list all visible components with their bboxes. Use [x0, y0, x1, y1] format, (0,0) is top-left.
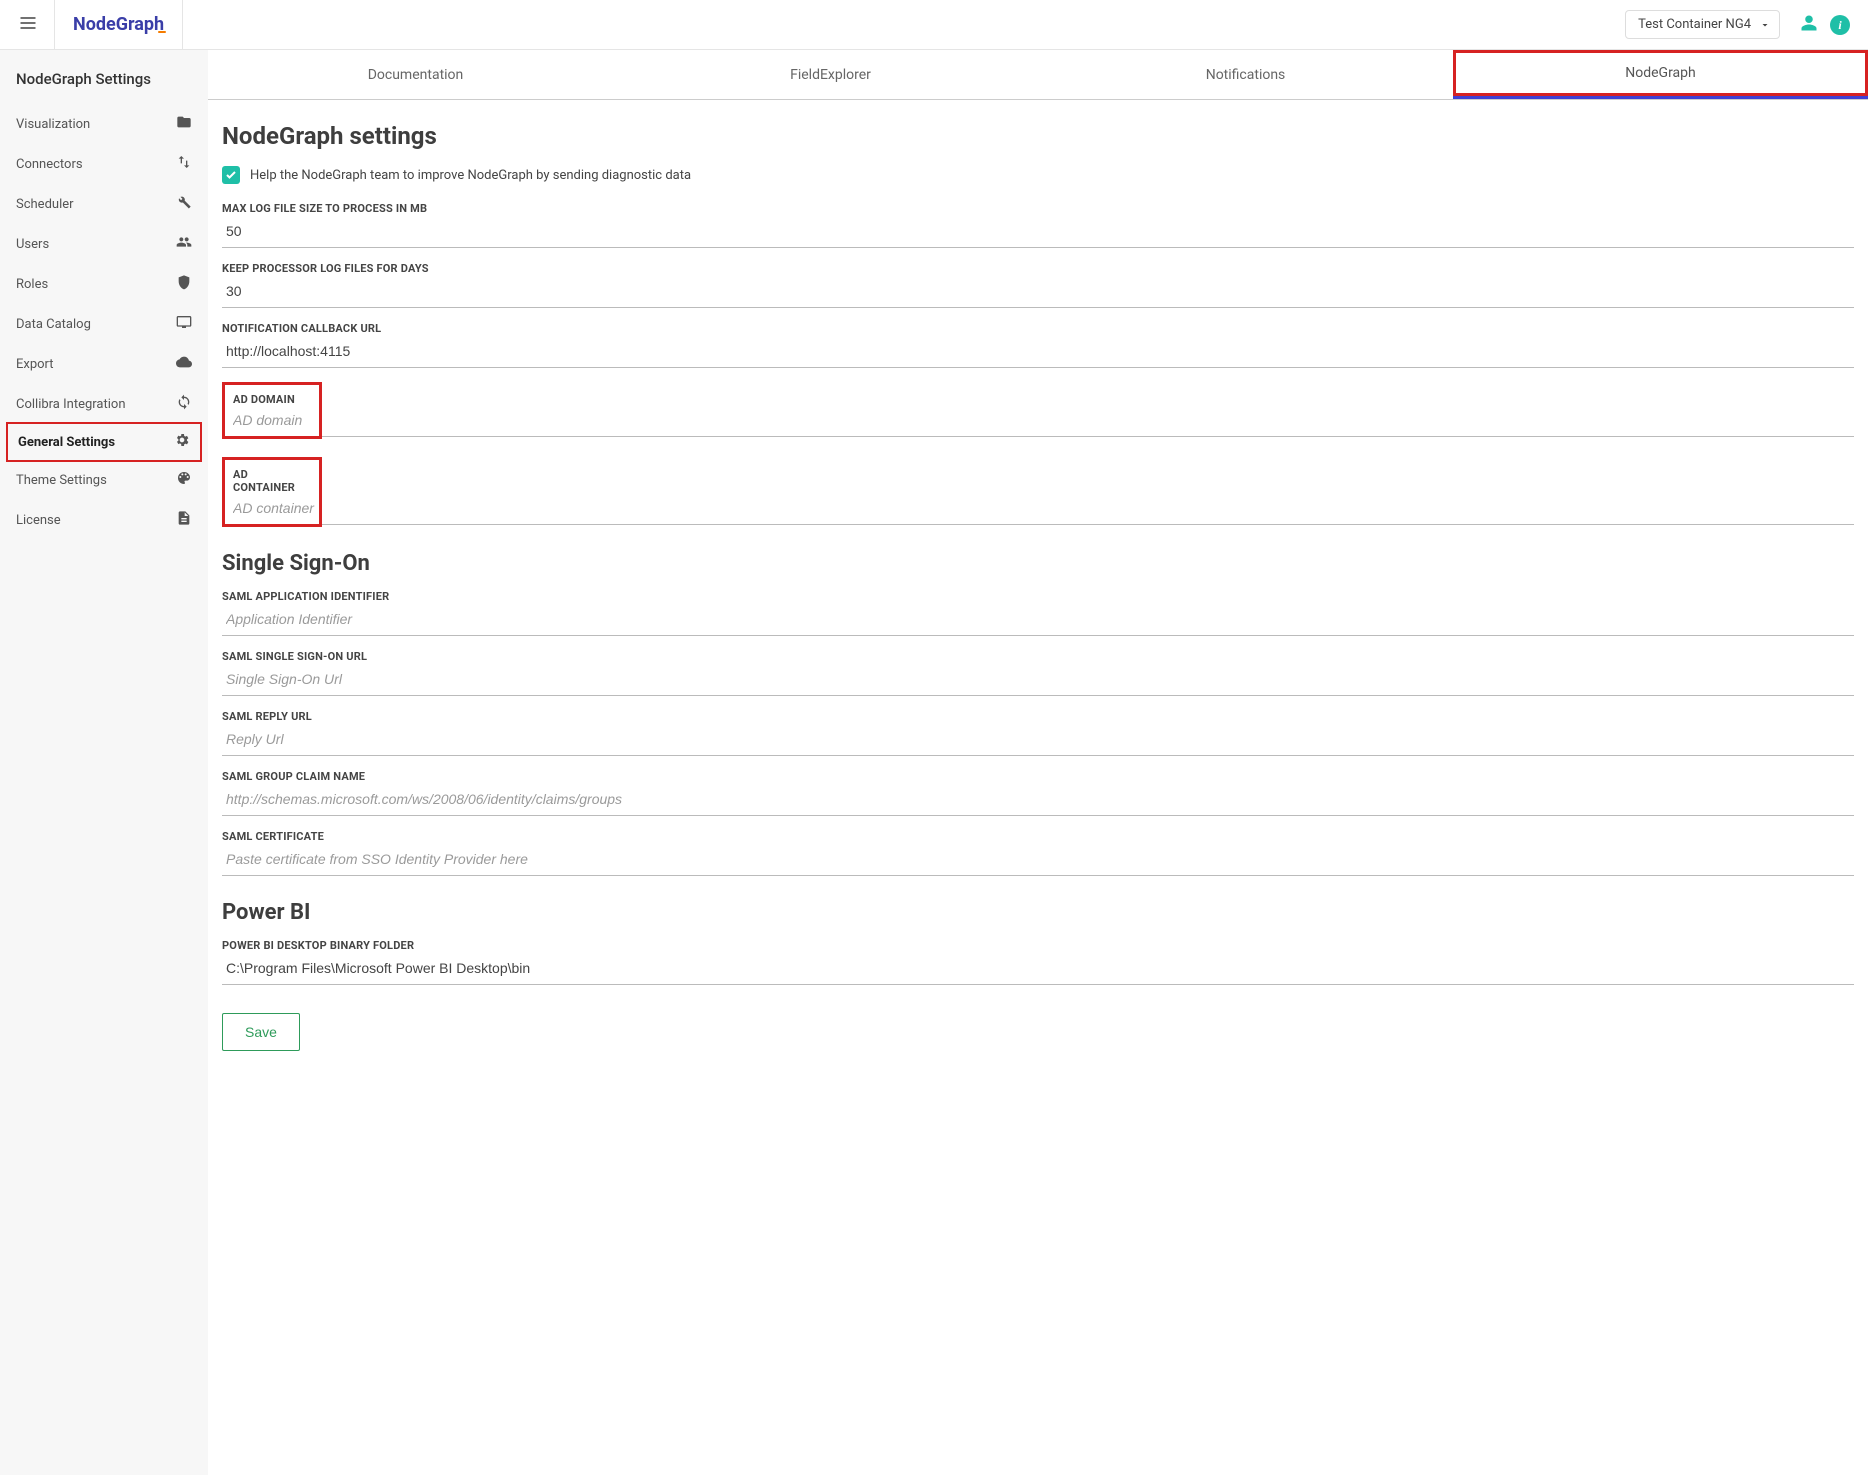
ad-container-label: AD CONTAINER [233, 468, 311, 494]
tabs: Documentation FieldExplorer Notifications N… [208, 50, 1868, 100]
display-icon [176, 314, 192, 334]
tab-label: NodeGraph [1625, 65, 1696, 81]
ad-container-row: AD CONTAINER [222, 443, 1854, 527]
palette-icon [176, 470, 192, 490]
tab-notifications[interactable]: Notifications [1038, 50, 1453, 99]
gear-icon [174, 432, 190, 452]
powerbi-folder-label: POWER BI DESKTOP BINARY FOLDER [222, 939, 1854, 952]
sidebar-item-label: Users [16, 237, 49, 252]
saml-signon-url-label: SAML SINGLE SIGN-ON URL [222, 650, 1854, 663]
saml-app-id-label: SAML APPLICATION IDENTIFIER [222, 590, 1854, 603]
sidebar-item-label: General Settings [18, 435, 115, 450]
shield-icon [176, 274, 192, 294]
sso-title: Single Sign-On [222, 551, 1854, 576]
page-title: NodeGraph settings [222, 122, 1854, 150]
saml-app-id-input[interactable] [222, 603, 1854, 636]
ad-domain-label: AD DOMAIN [233, 393, 311, 406]
callback-url-input[interactable] [222, 335, 1854, 368]
sidebar-item-connectors[interactable]: Connectors [0, 144, 208, 184]
ad-domain-input[interactable] [233, 406, 323, 430]
sidebar-item-export[interactable]: Export [0, 344, 208, 384]
diagnostic-checkbox-row[interactable]: Help the NodeGraph team to improve NodeG… [222, 166, 1854, 184]
max-log-label: MAX LOG FILE SIZE TO PROCESS IN MB [222, 202, 1854, 215]
saml-group-claim-input[interactable] [222, 783, 1854, 816]
user-icon[interactable] [1800, 14, 1818, 36]
folder-icon [176, 114, 192, 134]
container-select-label: Test Container NG4 [1638, 17, 1751, 32]
tab-label: Documentation [368, 67, 464, 83]
main-panel: NodeGraph settings Help the NodeGraph te… [208, 100, 1868, 1081]
sidebar-item-data-catalog[interactable]: Data Catalog [0, 304, 208, 344]
ad-container-input[interactable] [233, 494, 323, 518]
logo[interactable]: NodeGraph [54, 0, 183, 50]
saml-reply-url-label: SAML REPLY URL [222, 710, 1854, 723]
logo-text: NodeGraph [73, 14, 164, 35]
keep-log-input[interactable] [222, 275, 1854, 308]
sidebar-item-label: License [16, 513, 61, 528]
max-log-input[interactable] [222, 215, 1854, 248]
ad-container-highlight: AD CONTAINER [222, 457, 322, 527]
sidebar-item-scheduler[interactable]: Scheduler [0, 184, 208, 224]
info-icon[interactable]: i [1830, 14, 1850, 36]
sidebar-item-visualization[interactable]: Visualization [0, 104, 208, 144]
file-icon [176, 510, 192, 530]
tab-label: Notifications [1206, 67, 1286, 83]
wrench-icon [176, 194, 192, 214]
sidebar-item-users[interactable]: Users [0, 224, 208, 264]
saml-cert-input[interactable] [222, 843, 1854, 876]
sidebar-item-label: Connectors [16, 157, 83, 172]
tab-nodegraph[interactable]: NodeGraph [1453, 50, 1868, 99]
sidebar-item-label: Theme Settings [16, 473, 107, 488]
checkbox-checked-icon[interactable] [222, 166, 240, 184]
sidebar-item-label: Export [16, 357, 54, 372]
diagnostic-checkbox-label: Help the NodeGraph team to improve NodeG… [250, 168, 691, 183]
keep-log-label: KEEP PROCESSOR LOG FILES FOR DAYS [222, 262, 1854, 275]
sidebar-item-label: Data Catalog [16, 317, 91, 332]
app-header: NodeGraph Test Container NG4 i [0, 0, 1868, 50]
saml-group-claim-label: SAML GROUP CLAIM NAME [222, 770, 1854, 783]
container-select[interactable]: Test Container NG4 [1625, 10, 1780, 39]
save-button[interactable]: Save [222, 1013, 300, 1051]
users-icon [176, 234, 192, 254]
ad-domain-row: AD DOMAIN [222, 368, 1854, 439]
callback-url-label: NOTIFICATION CALLBACK URL [222, 322, 1854, 335]
sidebar: NodeGraph Settings Visualization Connecto… [0, 50, 208, 1475]
sidebar-item-label: Visualization [16, 117, 90, 132]
sidebar-item-label: Collibra Integration [16, 397, 126, 412]
sidebar-title: NodeGraph Settings [0, 62, 208, 104]
saml-signon-url-input[interactable] [222, 663, 1854, 696]
sidebar-item-roles[interactable]: Roles [0, 264, 208, 304]
tab-label: FieldExplorer [790, 67, 871, 83]
saml-cert-label: SAML CERTIFICATE [222, 830, 1854, 843]
sidebar-item-license[interactable]: License [0, 500, 208, 540]
saml-reply-url-input[interactable] [222, 723, 1854, 756]
powerbi-folder-input[interactable] [222, 952, 1854, 985]
content-area: Documentation FieldExplorer Notifications N… [208, 50, 1868, 1475]
powerbi-title: Power BI [222, 900, 1854, 925]
ad-domain-highlight: AD DOMAIN [222, 382, 322, 439]
menu-toggle-icon[interactable] [12, 7, 44, 43]
cloud-icon [176, 354, 192, 374]
sidebar-item-theme-settings[interactable]: Theme Settings [0, 460, 208, 500]
tab-fieldexplorer[interactable]: FieldExplorer [623, 50, 1038, 99]
sidebar-item-general-settings[interactable]: General Settings [6, 422, 202, 462]
swap-icon [176, 154, 192, 174]
tab-documentation[interactable]: Documentation [208, 50, 623, 99]
sync-icon [176, 394, 192, 414]
sidebar-item-collibra-integration[interactable]: Collibra Integration [0, 384, 208, 424]
sidebar-item-label: Scheduler [16, 197, 74, 212]
sidebar-item-label: Roles [16, 277, 48, 292]
